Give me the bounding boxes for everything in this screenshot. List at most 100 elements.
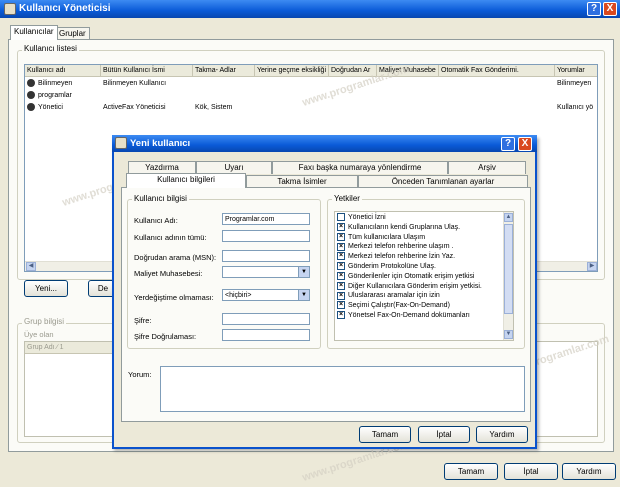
checkbox-checked-icon[interactable]: × <box>337 262 345 271</box>
scroll-up-icon[interactable]: ▲ <box>504 213 513 222</box>
permissions-label: Yetkiler <box>332 194 362 203</box>
permission-item[interactable]: Yönetici İzni <box>335 213 503 223</box>
comment-label: Yorum: <box>128 370 152 379</box>
checkbox-checked-icon[interactable]: × <box>337 242 345 251</box>
checkbox-unchecked-icon[interactable] <box>337 213 345 222</box>
permission-label: Seçimi Çalıştır(Fax-On-Demand) <box>348 302 450 310</box>
chevron-down-icon[interactable]: ▼ <box>298 290 309 300</box>
close-button[interactable]: X <box>603 2 617 16</box>
scroll-down-icon[interactable]: ▼ <box>504 330 513 339</box>
table-row[interactable]: Bilinmeyen <box>27 78 72 89</box>
scroll-left-icon[interactable]: ◀ <box>26 262 36 271</box>
permission-item[interactable]: × Gönderim Protokolüne Ulaş. <box>335 262 503 272</box>
permissions-list[interactable]: Yönetici İzni × Kullanıcıların kendi Grupl… <box>334 211 514 341</box>
table-cell: Kullanıcı yö <box>557 104 594 111</box>
permission-label: Tüm kullanıcılara Ulaşım <box>348 233 426 241</box>
table-cell: Bilinmeyen Kullanıcı <box>103 80 167 87</box>
permission-item[interactable]: × Tüm kullanıcılara Ulaşım <box>335 232 503 243</box>
new-user-dialog: Yeni kullanıcı ? X Yazdırma Uyarı Faxı b… <box>112 135 537 449</box>
permission-label: Gönderim Protokolüne Ulaş. <box>348 262 436 270</box>
permission-label: Yönetsel Fax-On-Demand dokümanları <box>348 311 470 319</box>
col-header-username[interactable]: Kullanıcı adı <box>25 65 101 77</box>
cancel-button[interactable]: İptal <box>504 463 558 480</box>
permission-item[interactable]: × Seçimi Çalıştır(Fax-On-Demand) <box>335 301 503 311</box>
window-title: Kullanıcı Yöneticisi <box>19 3 111 14</box>
user-icon <box>27 79 35 88</box>
tab-archive[interactable]: Arşiv <box>448 161 526 174</box>
col-header-autofax[interactable]: Otomatik Fax Gönderimi. <box>439 65 555 77</box>
permission-item[interactable]: × Uluslararası aramalar için izin <box>335 291 503 301</box>
password-input[interactable] <box>222 313 310 325</box>
col-header-cost[interactable]: Maliyet Muhasebe <box>377 65 439 77</box>
permission-item[interactable]: × Yönetsel Fax-On-Demand dokümanları <box>335 311 503 321</box>
replace-label: Yerdeğiştime olmaması: <box>134 293 214 302</box>
confirm-password-label: Şifre Doğrulaması: <box>134 332 197 341</box>
checkbox-checked-icon[interactable]: × <box>337 252 345 261</box>
dialog-help-button-bottom[interactable]: Yardım <box>476 426 528 443</box>
checkbox-checked-icon[interactable]: × <box>337 291 345 300</box>
fullname-input[interactable] <box>222 230 310 242</box>
permission-label: Merkezi telefon rehberine İzin Yaz. <box>348 253 456 261</box>
checkbox-checked-icon[interactable]: × <box>337 232 345 241</box>
app-icon <box>4 3 16 15</box>
cost-accounting-select[interactable]: ▼ <box>222 266 310 278</box>
permission-item[interactable]: × Merkezi telefon rehberine İzin Yaz. <box>335 252 503 262</box>
col-header-group-name[interactable]: Grup Adı ∕ 1 <box>25 342 119 354</box>
scroll-right-icon[interactable]: ▶ <box>587 262 597 271</box>
checkbox-checked-icon[interactable]: × <box>337 222 345 231</box>
group-info-label: Grup bilgisi <box>22 317 67 326</box>
help-button[interactable]: ? <box>587 2 601 16</box>
permission-label: Yönetici İzni <box>348 214 386 221</box>
confirm-password-input[interactable] <box>222 329 310 341</box>
comment-textarea[interactable] <box>160 366 525 412</box>
table-cell: ActiveFax Yöneticisi <box>103 104 166 111</box>
dialog-close-button[interactable]: X <box>518 137 532 151</box>
window-title-bar: Kullanıcı Yöneticisi <box>0 0 620 18</box>
tab-users[interactable]: Kullanıcılar <box>10 25 58 40</box>
permission-item[interactable]: × Diğer Kullanıcılara Gönderim erişim yet… <box>335 281 503 292</box>
col-header-replace[interactable]: Yerine geçme eksikliği <box>255 65 329 77</box>
ok-button[interactable]: Tamam <box>444 463 498 480</box>
col-header-comments[interactable]: Yorumlar <box>555 65 597 77</box>
permission-label: Diğer Kullanıcılara Gönderim erişim yetk… <box>348 282 482 290</box>
dialog-title: Yeni kullanıcı <box>130 138 191 149</box>
replace-select[interactable]: <hiçbiri> ▼ <box>222 289 310 301</box>
fullname-label: Kullanıcı adının tümü: <box>134 233 207 242</box>
username-label: Kullanıcı Adı: <box>134 216 178 225</box>
permission-item[interactable]: × Gönderilenler için Otomatik erişim yetk… <box>335 271 503 282</box>
username-input[interactable]: Programlar.com <box>222 213 310 225</box>
checkbox-checked-icon[interactable]: × <box>337 281 345 290</box>
col-header-fullname[interactable]: Bütün Kullanıcı İsmi <box>101 65 193 77</box>
permission-label: Gönderilenler için Otomatik erişim yetki… <box>348 272 475 280</box>
direct-dial-label: Doğrudan arama (MSN): <box>134 253 217 262</box>
permission-label: Merkezi telefon rehberine ulaşım . <box>348 243 454 251</box>
table-cell: Bilinmeyen <box>557 80 592 87</box>
user-icon <box>27 91 35 100</box>
cost-accounting-label: Maliyet Muhasebesi: <box>134 269 203 278</box>
table-row[interactable]: programlar <box>27 90 72 101</box>
scroll-thumb[interactable] <box>504 224 513 314</box>
help-main-button[interactable]: Yardım <box>562 463 616 480</box>
tab-user-info[interactable]: Kullanıcı bilgileri <box>126 173 246 188</box>
user-list-label: Kullanıcı listesi <box>22 44 79 53</box>
user-info-label: Kullanıcı bilgisi <box>132 194 189 203</box>
chevron-down-icon[interactable]: ▼ <box>298 267 309 277</box>
dialog-title-bar: Yeni kullanıcı <box>112 135 537 152</box>
col-header-alias[interactable]: Takma- Adlar <box>193 65 255 77</box>
checkbox-checked-icon[interactable]: × <box>337 301 345 310</box>
col-header-direct[interactable]: Doğrudan Ar <box>329 65 377 77</box>
dialog-cancel-button[interactable]: İptal <box>418 426 470 443</box>
permission-item[interactable]: × Merkezi telefon rehberine ulaşım . <box>335 242 503 252</box>
dialog-ok-button[interactable]: Tamam <box>359 426 411 443</box>
direct-dial-input[interactable] <box>222 250 310 262</box>
dialog-help-button[interactable]: ? <box>501 137 515 151</box>
tab-forward[interactable]: Faxı başka numaraya yönlendirme <box>272 161 448 174</box>
new-user-button[interactable]: Yeni... <box>24 280 68 297</box>
table-row[interactable]: Yönetici <box>27 102 63 113</box>
password-label: Şifre: <box>134 316 152 325</box>
checkbox-checked-icon[interactable]: × <box>337 311 345 320</box>
dialog-icon <box>115 137 127 149</box>
permission-item[interactable]: × Kullanıcıların kendi Gruplarına Ulaş. <box>335 222 503 233</box>
checkbox-checked-icon[interactable]: × <box>337 271 345 280</box>
user-icon <box>27 103 35 112</box>
